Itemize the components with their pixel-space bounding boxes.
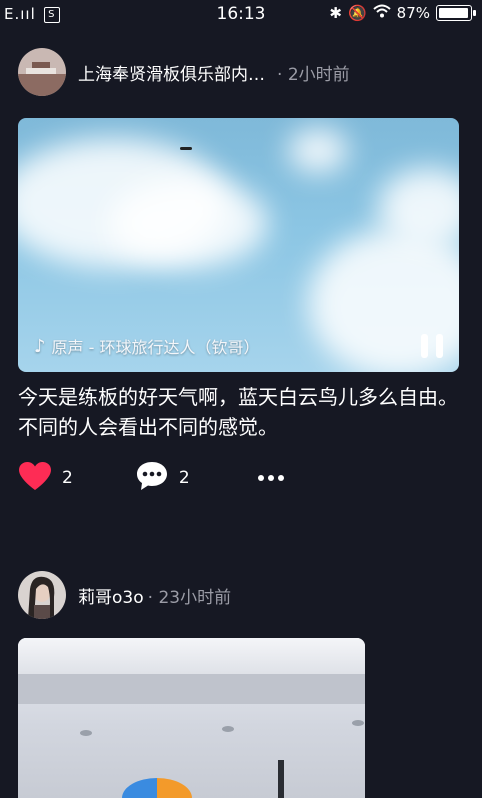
post-caption: 今天是练板的好天气啊，蓝天白云鸟儿多么自由。不同的人会看出不同的感觉。 bbox=[18, 385, 458, 439]
mute-icon: 🔕 bbox=[347, 4, 367, 22]
bluetooth-icon: ✱ bbox=[329, 4, 342, 22]
bird bbox=[180, 147, 192, 150]
ceiling-light bbox=[352, 720, 364, 726]
comment-icon bbox=[135, 460, 169, 496]
battery-percent: 87% bbox=[396, 4, 430, 22]
post-header: 上海奉贤滑板俱乐部内… 2小时前 bbox=[18, 48, 350, 96]
comment-count: 2 bbox=[178, 468, 190, 488]
cloud bbox=[108, 178, 268, 268]
music-title: 原声 - 环球旅行达人（钦哥） bbox=[51, 338, 260, 357]
like-count: 2 bbox=[62, 468, 73, 488]
post-header: 莉哥o3o 23小时前 bbox=[18, 571, 231, 619]
video-player[interactable] bbox=[18, 638, 365, 798]
battery-icon bbox=[436, 5, 476, 21]
video-player[interactable]: ♪ 原声 - 环球旅行达人（钦哥） bbox=[18, 118, 459, 372]
post-time: 23小时前 bbox=[148, 583, 231, 608]
music-info[interactable]: ♪ 原声 - 环球旅行达人（钦哥） bbox=[34, 334, 259, 358]
cloud bbox=[288, 128, 348, 173]
author-name[interactable]: 上海奉贤滑板俱乐部内… bbox=[78, 60, 265, 85]
heart-icon bbox=[18, 461, 52, 495]
avatar[interactable] bbox=[18, 48, 66, 96]
pause-icon[interactable] bbox=[421, 334, 443, 358]
comment-button[interactable]: 2 bbox=[135, 460, 190, 496]
tiktok-note-icon: ♪ bbox=[34, 335, 46, 357]
ceiling-light bbox=[222, 726, 234, 732]
pole bbox=[278, 760, 284, 798]
ceiling-light bbox=[80, 730, 92, 736]
status-bar: E.ııl S 16:13 ✱ 🔕 87% bbox=[0, 0, 482, 28]
post-time: 2小时前 bbox=[277, 60, 350, 85]
like-button[interactable]: 2 bbox=[18, 461, 73, 495]
more-options-icon[interactable] bbox=[257, 475, 284, 481]
wifi-icon bbox=[372, 4, 391, 22]
colored-object bbox=[122, 778, 192, 798]
ceiling bbox=[18, 638, 365, 674]
ceiling-trim bbox=[18, 674, 365, 704]
avatar[interactable] bbox=[18, 571, 66, 619]
author-name[interactable]: 莉哥o3o bbox=[78, 583, 144, 608]
post-actions: 2 2 bbox=[18, 460, 284, 496]
